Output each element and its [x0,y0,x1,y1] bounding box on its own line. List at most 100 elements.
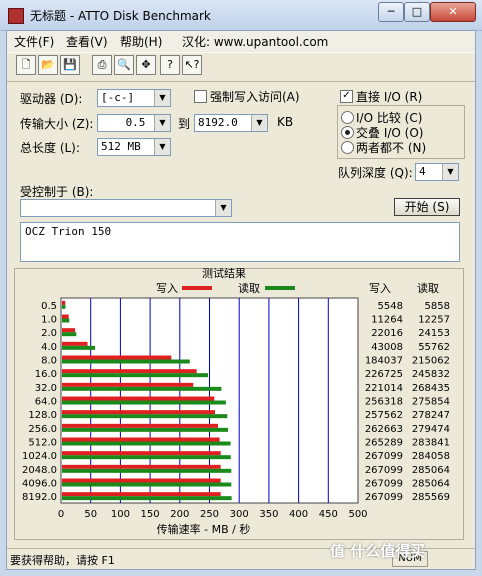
write-bar [62,451,221,456]
description-textarea[interactable]: OCZ Trion 150 [20,222,460,262]
print-preview-icon[interactable]: 🔍 [114,55,134,75]
write-value: 267099 [365,492,403,503]
force-write-checkbox[interactable] [194,90,207,103]
queue-depth-label: 队列深度 (Q): [338,166,413,180]
menu-help[interactable]: 帮助(H) [120,33,162,50]
watermark: 值 什么值得买 [330,542,426,560]
read-bar [62,427,229,432]
x-axis-label: 传输速率 - MB / 秒 [157,522,251,536]
read-legend-label: 读取 [238,281,260,295]
total-length-select[interactable]: 512 MB ▼ [97,138,171,156]
status-text: 要获得帮助，请按 F1 [10,554,115,567]
write-value: 221014 [365,383,403,394]
close-button[interactable]: ✕ [430,2,476,22]
y-tick-label: 4096.0 [22,479,57,490]
transfer-size-label: 传输大小 (Z): [20,117,94,131]
read-value: 5858 [425,301,450,312]
read-column-header: 读取 [417,281,439,295]
minimize-button[interactable]: ─ [378,2,404,22]
io-compare-radio[interactable] [341,111,354,124]
chevron-down-icon: ▼ [442,164,458,180]
print-icon[interactable]: ⎙ [92,55,112,75]
menu-translation-credit[interactable]: 汉化: www.upantool.com [182,33,328,50]
read-bar [62,414,228,419]
help-icon[interactable]: ? [160,55,180,75]
menu-view[interactable]: 查看(V) [66,33,108,50]
y-tick-label: 512.0 [28,438,57,449]
write-value: 11264 [371,315,403,326]
read-bar [62,441,231,446]
x-tick-label: 0 [58,509,64,520]
new-icon[interactable]: 🗋 [16,55,36,75]
y-tick-label: 0.5 [41,301,57,312]
write-bar [62,341,88,346]
x-tick-label: 400 [289,509,308,520]
neither-label: 两者都不 (N) [356,141,427,155]
read-value: 12257 [418,315,450,326]
chevron-down-icon: ▼ [215,200,231,216]
open-icon[interactable]: 📂 [38,55,58,75]
drive-value: [-c-] [101,91,135,104]
write-value: 267099 [365,465,403,476]
transfer-to-select[interactable]: 8192.0 ▼ [194,114,268,132]
read-bar [62,373,209,378]
transfer-from-value: 0.5 [125,116,146,129]
write-bar [62,492,221,497]
chevron-down-icon: ▼ [154,115,170,131]
read-bar [62,332,77,337]
kb-unit-label: KB [277,115,294,129]
y-tick-label: 256.0 [28,424,57,435]
read-legend-swatch [265,286,295,290]
read-bar [62,468,232,473]
write-value: 265289 [365,438,403,449]
y-tick-label: 2.0 [41,328,57,339]
neither-radio[interactable] [341,141,354,154]
transfer-from-select[interactable]: 0.5 ▼ [97,114,171,132]
read-bar [62,482,232,487]
x-tick-label: 200 [170,509,189,520]
overlapped-io-radio[interactable] [341,126,354,139]
x-tick-label: 500 [348,509,367,520]
write-bar [62,478,221,483]
y-tick-label: 8.0 [41,356,57,367]
app-icon [8,8,24,24]
write-value: 184037 [365,356,403,367]
read-value: 285064 [412,465,450,476]
x-tick-label: 150 [141,509,160,520]
window-title: 无标题 - ATTO Disk Benchmark [30,9,211,23]
context-help-icon[interactable]: ↖? [182,55,202,75]
read-value: 278247 [412,410,450,421]
queue-depth-select[interactable]: 4 ▼ [415,163,459,181]
x-tick-label: 350 [259,509,278,520]
maximize-button[interactable]: □ [404,2,430,22]
transfer-to-value: 8192.0 [198,116,238,129]
write-bar [62,464,221,469]
y-tick-label: 1024.0 [22,451,57,462]
write-column-header: 写入 [369,282,391,295]
save-icon[interactable]: 💾 [60,55,80,75]
write-value: 256318 [365,397,403,408]
y-tick-label: 128.0 [28,410,57,421]
queue-depth-value: 4 [419,165,426,178]
write-bar [62,382,194,387]
start-button[interactable]: 开始 (S) [394,198,460,216]
direct-io-checkbox[interactable]: ✓ [340,90,353,103]
read-value: 24153 [418,328,450,339]
read-bar [62,345,96,350]
chevron-down-icon: ▼ [154,139,170,155]
controlled-by-select[interactable]: ▼ [20,199,232,217]
force-write-label: 强制写入访问(A) [210,90,300,104]
to-label: 到 [178,117,191,131]
write-value: 43008 [371,342,403,353]
menu-file[interactable]: 文件(F) [14,33,54,50]
y-tick-label: 16.0 [35,369,57,380]
drive-select[interactable]: [-c-] ▼ [97,89,171,107]
y-tick-label: 4.0 [41,342,57,353]
read-bar [62,496,232,501]
read-bar [62,386,222,391]
x-tick-label: 100 [111,509,130,520]
read-bar [62,455,231,460]
move-icon[interactable]: ✥ [136,55,156,75]
write-value: 5548 [378,301,403,312]
write-bar [62,437,220,442]
